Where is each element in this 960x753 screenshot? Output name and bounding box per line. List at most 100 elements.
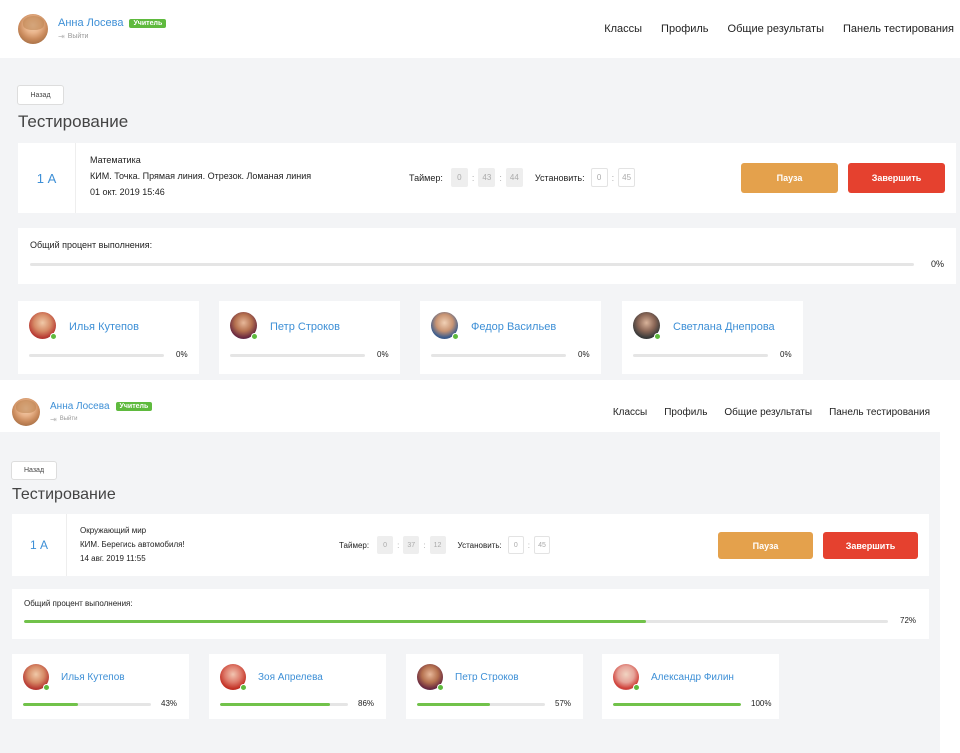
user-name-link[interactable]: Анна Лосева <box>50 401 110 412</box>
test-topic: КИМ. Берегись автомобиля! <box>80 540 185 549</box>
student-progress-percent: 0% <box>377 350 389 359</box>
student-progress-bar <box>431 354 566 357</box>
user-avatar[interactable] <box>12 398 40 426</box>
student-name[interactable]: Петр Строков <box>455 672 519 683</box>
student-progress-fill <box>417 703 490 706</box>
student-progress-bar <box>29 354 164 357</box>
test-card: 1 А Математика КИМ. Точка. Прямая линия.… <box>18 143 956 213</box>
student-progress-percent: 100% <box>751 699 772 708</box>
nav-overall-results[interactable]: Общие результаты <box>728 23 824 35</box>
page-title: Тестирование <box>18 112 129 131</box>
student-avatar <box>417 664 444 691</box>
student-name[interactable]: Федор Васильев <box>471 321 556 333</box>
online-status-dot <box>452 333 459 340</box>
set-minutes-input[interactable]: 45 <box>618 168 636 187</box>
student-progress-percent: 57% <box>555 699 572 708</box>
timer-group: Таймер: 0 : 37 : 12 Установить: 0 : 45 <box>339 536 550 554</box>
test-datetime: 14 авг. 2019 11:55 <box>80 554 146 563</box>
content-area: Назад Тестирование 1 А Математика КИМ. Т… <box>0 58 960 380</box>
student-name[interactable]: Светлана Днепрова <box>673 321 775 333</box>
overall-progress-fill <box>24 620 647 623</box>
nav-profile[interactable]: Профиль <box>664 407 707 418</box>
logout-label: Выйти <box>67 33 89 40</box>
overall-progress-percent: 0% <box>931 259 945 269</box>
student-card[interactable]: Илья Кутепов 0% <box>18 301 199 374</box>
overall-progress-card: Общий процент выполнения: 72% <box>12 589 929 639</box>
online-status-dot <box>50 333 57 340</box>
nav-classes[interactable]: Классы <box>604 23 642 35</box>
student-avatar <box>431 312 459 340</box>
logout-label: Выйти <box>59 416 78 422</box>
test-info: Математика КИМ. Точка. Прямая линия. Отр… <box>90 155 311 197</box>
student-avatar <box>613 664 640 691</box>
student-name[interactable]: Зоя Апрелева <box>258 672 323 683</box>
student-card[interactable]: Петр Строков 0% <box>219 301 400 374</box>
finish-button[interactable]: Завершить <box>823 532 918 559</box>
student-avatar <box>633 312 661 340</box>
student-card[interactable]: Федор Васильев 0% <box>420 301 601 374</box>
student-progress-percent: 0% <box>780 350 792 359</box>
nav-overall-results[interactable]: Общие результаты <box>724 407 812 418</box>
test-topic: КИМ. Точка. Прямая линия. Отрезок. Ломан… <box>90 171 312 181</box>
logout-icon: ⇥ <box>58 32 65 41</box>
top-header: Анна Лосева Учитель ⇥ Выйти Классы Профи… <box>0 392 940 432</box>
user-block: Анна Лосева Учитель ⇥ Выйти <box>58 17 167 41</box>
logout-link[interactable]: ⇥ Выйти <box>50 415 152 424</box>
student-progress-fill <box>23 703 79 706</box>
role-badge: Учитель <box>115 401 153 411</box>
timer-seconds: 12 <box>429 536 446 554</box>
finish-button[interactable]: Завершить <box>848 163 945 193</box>
student-name[interactable]: Илья Кутепов <box>69 321 139 333</box>
student-card[interactable]: Зоя Апрелева 86% <box>209 654 386 719</box>
student-card[interactable]: Илья Кутепов 43% <box>12 654 189 719</box>
student-card[interactable]: Александр Филин 100% <box>602 654 779 719</box>
online-status-dot <box>43 684 50 691</box>
test-datetime: 01 окт. 2019 15:46 <box>90 187 165 197</box>
set-label: Установить: <box>534 172 585 183</box>
student-progress-bar <box>230 354 365 357</box>
user-name-link[interactable]: Анна Лосева <box>58 17 123 29</box>
student-progress-percent: 0% <box>578 350 590 359</box>
screen-2: Анна Лосева Учитель ⇥ Выйти Классы Профи… <box>0 392 940 753</box>
overall-progress-label: Общий процент выполнения: <box>24 599 133 608</box>
back-button[interactable]: Назад <box>11 461 57 480</box>
pause-button[interactable]: Пауза <box>718 532 813 559</box>
set-minutes-input[interactable]: 45 <box>534 536 550 554</box>
student-progress-bar <box>23 703 151 706</box>
student-name[interactable]: Александр Филин <box>651 672 734 683</box>
nav-profile[interactable]: Профиль <box>661 23 709 35</box>
nav-classes[interactable]: Классы <box>613 407 647 418</box>
user-avatar[interactable] <box>18 14 48 44</box>
timer-seconds: 44 <box>505 168 523 187</box>
role-badge: Учитель <box>129 18 167 28</box>
student-avatar <box>230 312 258 340</box>
main-nav: Классы Профиль Общие результаты Панель т… <box>613 407 930 418</box>
overall-progress-label: Общий процент выполнения: <box>30 240 153 250</box>
set-hours-input[interactable]: 0 <box>507 536 524 554</box>
timer-group: Таймер: 0 : 43 : 44 Установить: 0 : 45 <box>409 168 636 187</box>
back-button[interactable]: Назад <box>17 85 64 105</box>
overall-progress-bar <box>30 263 914 266</box>
student-name[interactable]: Петр Строков <box>270 321 340 333</box>
test-subject: Математика <box>90 155 141 165</box>
student-card[interactable]: Светлана Днепрова 0% <box>622 301 803 374</box>
online-status-dot <box>437 684 444 691</box>
user-block: Анна Лосева Учитель ⇥ Выйти <box>50 401 153 424</box>
student-avatar <box>29 312 57 340</box>
student-name[interactable]: Илья Кутепов <box>61 672 125 683</box>
student-avatar <box>220 664 247 691</box>
pause-button[interactable]: Пауза <box>741 163 838 193</box>
logout-link[interactable]: ⇥ Выйти <box>58 32 166 41</box>
set-hours-input[interactable]: 0 <box>590 168 608 187</box>
overall-progress-bar <box>24 620 888 623</box>
online-status-dot <box>251 333 258 340</box>
logout-icon: ⇥ <box>50 414 57 424</box>
student-card[interactable]: Петр Строков 57% <box>406 654 583 719</box>
timer-hours: 0 <box>377 536 394 554</box>
overall-progress-card: Общий процент выполнения: 0% <box>18 228 956 284</box>
set-label: Установить: <box>457 540 502 550</box>
nav-testing-panel[interactable]: Панель тестирования <box>843 23 954 35</box>
online-status-dot <box>654 333 661 340</box>
test-info: Окружающий мир КИМ. Берегись автомобиля!… <box>80 526 185 563</box>
nav-testing-panel[interactable]: Панель тестирования <box>829 407 930 418</box>
